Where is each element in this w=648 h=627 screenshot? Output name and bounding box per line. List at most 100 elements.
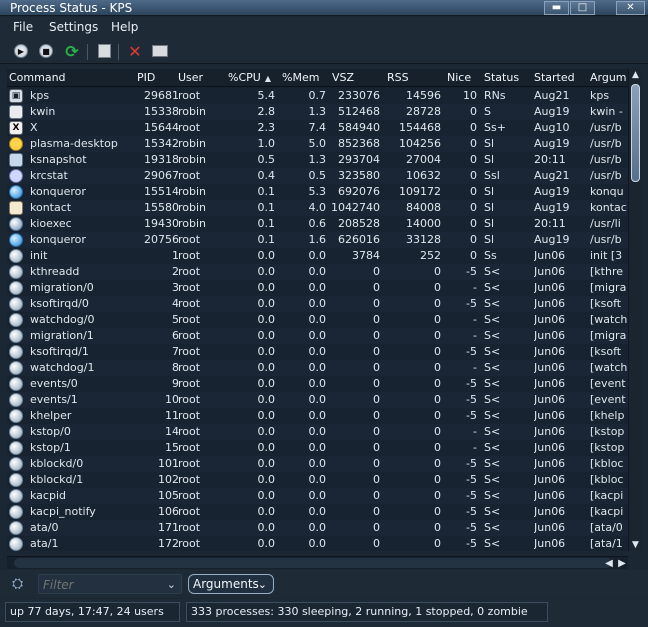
table-row[interactable]: watchdog/0 5 root 0.0 0.0 0 0 - S< Jun06 [watch bbox=[7, 312, 628, 328]
table-row[interactable]: events/0 9 root 0.0 0.0 0 0 -5 S< Jun06 [event bbox=[7, 376, 628, 392]
cell-pid: 20756 bbox=[144, 233, 179, 246]
cell-vsz: 0 bbox=[373, 393, 380, 406]
table-row[interactable]: ata/1 172 root 0.0 0.0 0 0 -5 S< Jun06 [ata/1 bbox=[7, 536, 628, 551]
cell-rss: 0 bbox=[434, 473, 441, 486]
table-row[interactable]: kblockd/0 101 root 0.0 0.0 0 0 -5 S< Jun06 [kbloc bbox=[7, 456, 628, 472]
generic-icon bbox=[9, 505, 23, 519]
column-arguments[interactable]: Argum bbox=[590, 69, 627, 87]
cell-cpu: 0.0 bbox=[257, 377, 276, 390]
table-row[interactable]: watchdog/1 8 root 0.0 0.0 0 0 - S< Jun06 [watch bbox=[7, 360, 628, 376]
cell-pid: 7 bbox=[172, 345, 179, 358]
table-row[interactable]: ata/0 171 root 0.0 0.0 0 0 -5 S< Jun06 [ata/0 bbox=[7, 520, 628, 536]
column-pid[interactable]: PID bbox=[137, 69, 155, 87]
table-row[interactable]: kacpi_notify 106 root 0.0 0.0 0 0 -5 S< Jun06 [kac… bbox=[7, 504, 628, 520]
scroll-left-icon[interactable]: ◀ bbox=[604, 557, 614, 570]
cell-rss: 109172 bbox=[399, 185, 441, 198]
refresh-button[interactable]: ⟳ bbox=[63, 42, 81, 61]
cell-cpu: 2.8 bbox=[257, 105, 276, 118]
cell-nice: 0 bbox=[470, 169, 477, 182]
cell-user: robin bbox=[178, 201, 207, 214]
cell-status: S< bbox=[484, 297, 501, 310]
filter-field[interactable]: ⌄ bbox=[38, 574, 182, 594]
table-row[interactable]: konqueror 15514 robin 0.1 5.3 692076 109172 0 Sl… bbox=[7, 184, 628, 200]
generic-icon bbox=[9, 457, 23, 471]
cell-args: [watch bbox=[590, 361, 627, 374]
cell-mem: 0.0 bbox=[308, 409, 327, 422]
column-started[interactable]: Started bbox=[534, 69, 575, 87]
cell-user: robin bbox=[178, 185, 207, 198]
cell-vsz: 323580 bbox=[338, 169, 380, 182]
cell-pid: 29681 bbox=[144, 89, 179, 102]
cell-nice: - bbox=[473, 425, 477, 438]
table-row[interactable]: krcstat 29067 root 0.4 0.5 323580 10632 0 Ssl Aug… bbox=[7, 168, 628, 184]
cell-args: [khelp bbox=[590, 409, 625, 422]
column-rss[interactable]: RSS bbox=[387, 69, 409, 87]
scroll-up-icon[interactable]: ▲ bbox=[629, 69, 642, 81]
uptime-status: up 77 days, 17:47, 24 users bbox=[5, 602, 180, 622]
scroll-down-icon[interactable]: ▼ bbox=[629, 539, 642, 551]
column-user[interactable]: User bbox=[178, 69, 203, 87]
table-row[interactable]: kwin 15338 robin 2.8 1.3 512468 28728 0 S Aug19 kw… bbox=[7, 104, 628, 120]
menu-settings[interactable]: Settings bbox=[49, 20, 98, 34]
vertical-scroll-thumb[interactable] bbox=[631, 84, 640, 182]
filter-field-select[interactable]: Arguments ⌄ bbox=[188, 574, 274, 594]
cell-nice: 0 bbox=[470, 105, 477, 118]
cell-user: root bbox=[178, 313, 201, 326]
close-button[interactable]: ✕ bbox=[616, 1, 645, 15]
table-row[interactable]: ▣ kps 29681 root 5.4 0.7 233076 14596 10 RNs Aug21… bbox=[7, 88, 628, 104]
table-row[interactable]: kacpid 105 root 0.0 0.0 0 0 -5 S< Jun06 [kacpi bbox=[7, 488, 628, 504]
column-mem[interactable]: %Mem bbox=[282, 69, 319, 87]
tree-button[interactable] bbox=[151, 42, 169, 60]
table-row[interactable]: kblockd/1 102 root 0.0 0.0 0 0 -5 S< Jun06 [kbloc bbox=[7, 472, 628, 488]
table-row[interactable]: ksoftirqd/0 4 root 0.0 0.0 0 0 -5 S< Jun06 [ksoft bbox=[7, 296, 628, 312]
table-row[interactable]: kioexec 19430 robin 0.1 0.6 208528 14000 0 Sl 20:… bbox=[7, 216, 628, 232]
cell-user: robin bbox=[178, 105, 207, 118]
table-row[interactable]: ksnapshot 19318 robin 0.5 1.3 293704 27004 0 Sl 2… bbox=[7, 152, 628, 168]
scroll-right-icon[interactable]: ▶ bbox=[617, 557, 627, 570]
table-row[interactable]: kontact 15580 robin 0.1 4.0 1042740 84008 0 Sl Au… bbox=[7, 200, 628, 216]
table-row[interactable]: kthreadd 2 root 0.0 0.0 0 0 -5 S< Jun06 [kthre bbox=[7, 264, 628, 280]
horizontal-scroll-thumb[interactable] bbox=[14, 558, 612, 568]
cell-status: S< bbox=[484, 521, 501, 534]
column-cpu[interactable]: %CPU ▲ bbox=[228, 69, 271, 87]
table-row[interactable]: migration/0 3 root 0.0 0.0 0 0 - S< Jun06 [migra bbox=[7, 280, 628, 296]
play-button[interactable]: ▶ bbox=[12, 42, 30, 60]
table-row[interactable]: init 1 root 0.0 0.0 3784 252 0 Ss Jun06 init [3 bbox=[7, 248, 628, 264]
clear-filter-icon[interactable]: ⛭ bbox=[12, 576, 28, 592]
table-header: Command PID User %CPU ▲ %Mem VSZ RSS Nice… bbox=[7, 69, 628, 87]
column-vsz[interactable]: VSZ bbox=[332, 69, 354, 87]
cell-args: [migra bbox=[590, 281, 627, 294]
column-status[interactable]: Status bbox=[484, 69, 519, 87]
table-row[interactable]: events/1 10 root 0.0 0.0 0 0 -5 S< Jun06 [event bbox=[7, 392, 628, 408]
cell-args: konqu bbox=[590, 185, 624, 198]
table-row[interactable]: plasma-desktop 15342 robin 1.0 5.0 852368 1042… bbox=[7, 136, 628, 152]
table-row[interactable]: kstop/0 14 root 0.0 0.0 0 0 - S< Jun06 [kstop bbox=[7, 424, 628, 440]
cell-vsz: 0 bbox=[373, 281, 380, 294]
stop-button[interactable]: ■ bbox=[37, 42, 55, 60]
process-table[interactable]: Command PID User %CPU ▲ %Mem VSZ RSS Nice… bbox=[7, 69, 628, 551]
cell-args: [ksoft bbox=[590, 297, 622, 310]
minimize-button[interactable]: ▬ bbox=[544, 1, 569, 15]
menu-help[interactable]: Help bbox=[111, 20, 138, 34]
filter-input[interactable] bbox=[43, 577, 163, 592]
cell-rss: 252 bbox=[420, 249, 441, 262]
cell-pid: 9 bbox=[172, 377, 179, 390]
horizontal-scrollbar[interactable]: ◀ ▶ bbox=[7, 556, 628, 569]
column-command[interactable]: Command bbox=[9, 69, 66, 87]
cell-started: Jun06 bbox=[534, 537, 566, 550]
details-button[interactable] bbox=[95, 42, 113, 60]
menu-file[interactable]: File bbox=[13, 20, 33, 34]
maximize-button[interactable]: □ bbox=[570, 1, 595, 15]
cell-args: kwin - bbox=[590, 105, 623, 118]
table-row[interactable]: migration/1 6 root 0.0 0.0 0 0 - S< Jun06 [migra bbox=[7, 328, 628, 344]
table-row[interactable]: khelper 11 root 0.0 0.0 0 0 -5 S< Jun06 [khelp bbox=[7, 408, 628, 424]
vertical-scrollbar[interactable]: ▲ ▼ bbox=[628, 69, 641, 551]
table-row[interactable]: ksoftirqd/1 7 root 0.0 0.0 0 0 -5 S< Jun06 [ksoft bbox=[7, 344, 628, 360]
cell-user: robin bbox=[178, 153, 207, 166]
table-row[interactable]: X X 15644 root 2.3 7.4 584940 154468 0 Ss+ Aug10/u… bbox=[7, 120, 628, 136]
column-nice[interactable]: Nice bbox=[447, 69, 471, 87]
cell-nice: -5 bbox=[466, 393, 477, 406]
table-row[interactable]: kstop/1 15 root 0.0 0.0 0 0 - S< Jun06 [kstop bbox=[7, 440, 628, 456]
table-row[interactable]: konqueror 20756 root 0.1 1.6 626016 33128 0 Sl Au… bbox=[7, 232, 628, 248]
kill-button[interactable]: ✕ bbox=[126, 42, 144, 61]
